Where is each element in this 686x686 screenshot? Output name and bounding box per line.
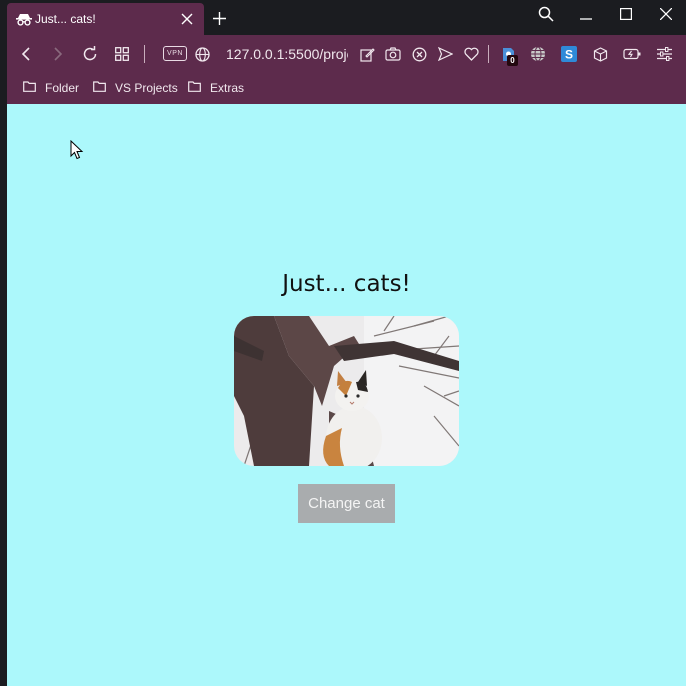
- toolbar-divider: [144, 45, 145, 63]
- speed-dial-icon[interactable]: [111, 43, 133, 65]
- incognito-icon: [15, 12, 33, 26]
- back-button[interactable]: [15, 43, 37, 65]
- new-tab-button[interactable]: [209, 8, 229, 28]
- search-tabs-icon[interactable]: [528, 2, 564, 26]
- forward-button[interactable]: [47, 43, 69, 65]
- tab-title: Just... cats!: [35, 12, 96, 26]
- folder-icon: [188, 81, 201, 95]
- title-bar: Just... cats!: [7, 0, 686, 35]
- toolbar-divider: [488, 45, 489, 63]
- window-left-edge: [0, 0, 7, 686]
- navigation-toolbar: VPN 127.0.0.1:5500/proje 0 S: [7, 35, 686, 72]
- cube-icon[interactable]: [589, 43, 611, 65]
- translate-globe-icon[interactable]: [527, 43, 549, 65]
- send-icon[interactable]: [434, 43, 456, 65]
- extension-badge: 0: [507, 55, 518, 66]
- cat-image: [234, 316, 459, 466]
- settings-sliders-icon[interactable]: [653, 43, 675, 65]
- edit-icon[interactable]: [356, 43, 378, 65]
- globe-icon[interactable]: [191, 43, 213, 65]
- bookmark-label: Extras: [210, 81, 245, 95]
- camera-icon[interactable]: [382, 43, 404, 65]
- close-tab-icon[interactable]: [174, 6, 200, 32]
- bookmark-label: Folder: [45, 81, 80, 95]
- bookmark-folder[interactable]: Folder: [23, 78, 79, 98]
- maximize-button[interactable]: [608, 2, 644, 26]
- vpn-badge[interactable]: VPN: [163, 46, 187, 61]
- folder-icon: [93, 81, 106, 95]
- change-cat-button[interactable]: Change cat: [298, 484, 395, 523]
- browser-tab[interactable]: Just... cats!: [7, 3, 204, 35]
- svg-text:S: S: [565, 48, 573, 62]
- battery-saver-icon[interactable]: [621, 43, 643, 65]
- address-bar[interactable]: 127.0.0.1:5500/proje: [226, 44, 348, 64]
- bookmark-vs-projects[interactable]: VS Projects: [93, 78, 178, 98]
- mouse-cursor-icon: [70, 139, 84, 165]
- heart-icon[interactable]: [460, 43, 482, 65]
- s-extension-icon[interactable]: S: [558, 43, 580, 65]
- reload-button[interactable]: [79, 43, 101, 65]
- bookmark-extras[interactable]: Extras: [188, 78, 244, 98]
- folder-icon: [23, 81, 36, 95]
- bookmarks-bar: Folder VS Projects Extras: [7, 72, 686, 104]
- bookmark-label: VS Projects: [115, 81, 178, 95]
- page-heading: Just... cats!: [282, 271, 411, 297]
- page-content: Just... cats! Change cat: [7, 104, 686, 686]
- block-icon[interactable]: [408, 43, 430, 65]
- close-window-button[interactable]: [648, 2, 684, 26]
- minimize-button[interactable]: [568, 2, 604, 26]
